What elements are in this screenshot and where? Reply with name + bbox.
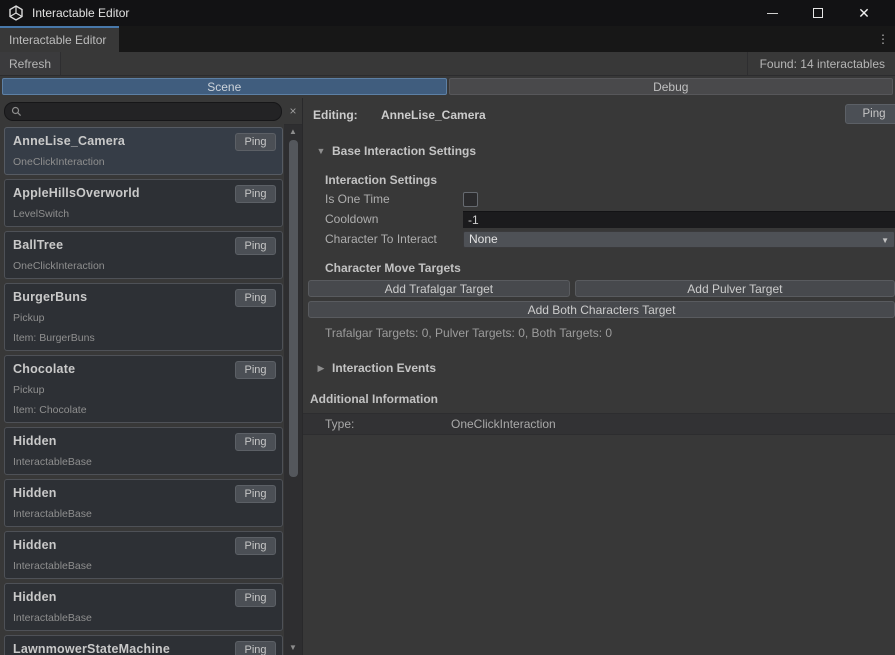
list-item[interactable]: Hidden InteractableBase Ping <box>4 479 283 527</box>
foldout-base-label: Base Interaction Settings <box>332 144 476 158</box>
list-item[interactable]: Hidden InteractableBase Ping <box>4 427 283 475</box>
is-one-time-row: Is One Time <box>325 191 895 207</box>
list-item-ping-button[interactable]: Ping <box>235 589 276 607</box>
cooldown-row: Cooldown -1 <box>325 211 895 227</box>
list-item-type: InteractableBase <box>13 560 274 572</box>
close-button[interactable]: ✕ <box>841 0 887 26</box>
list-item-type: OneClickInteraction <box>13 260 274 272</box>
unity-cube-icon <box>8 5 24 21</box>
add-both-characters-target-button[interactable]: Add Both Characters Target <box>308 301 895 318</box>
foldout-base-interaction-settings[interactable]: ▼ Base Interaction Settings <box>313 144 895 158</box>
character-to-interact-dropdown[interactable]: None ▼ <box>463 231 895 248</box>
list-item[interactable]: AppleHillsOverworld LevelSwitch Ping <box>4 179 283 227</box>
list-item-ping-button[interactable]: Ping <box>235 361 276 379</box>
is-one-time-label: Is One Time <box>325 192 463 206</box>
toolbar: Refresh Found: 14 interactables <box>0 52 895 76</box>
editing-target-name: AnneLise_Camera <box>381 108 486 122</box>
list-item-ping-button[interactable]: Ping <box>235 185 276 203</box>
scene-list-panel: AnneLise_Camera OneClickInteraction Ping… <box>0 98 284 655</box>
kebab-menu-icon[interactable]: ⋮ <box>875 26 891 52</box>
tab-scene[interactable]: Scene <box>2 78 447 95</box>
editor-panel: Editing: AnneLise_Camera Ping ▼ Base Int… <box>303 98 895 655</box>
character-to-interact-label: Character To Interact <box>325 232 463 246</box>
list-item-ping-button[interactable]: Ping <box>235 537 276 555</box>
scroll-column: × ▲ ▼ <box>284 98 303 655</box>
maximize-icon <box>813 8 823 18</box>
type-label: Type: <box>325 417 451 431</box>
scroll-up-icon[interactable]: ▲ <box>289 128 297 136</box>
move-targets-header: Character Move Targets <box>325 261 895 275</box>
editing-row: Editing: AnneLise_Camera Ping <box>313 98 895 132</box>
interactable-list: AnneLise_Camera OneClickInteraction Ping… <box>0 125 284 655</box>
editing-label: Editing: <box>313 108 358 122</box>
refresh-button[interactable]: Refresh <box>0 52 61 75</box>
list-item-detail: Item: BurgerBuns <box>13 332 274 344</box>
add-pulver-target-button[interactable]: Add Pulver Target <box>575 280 895 297</box>
cooldown-label: Cooldown <box>325 212 463 226</box>
tab-debug[interactable]: Debug <box>449 78 894 95</box>
dropdown-selected-value: None <box>469 232 498 246</box>
scroll-down-icon[interactable]: ▼ <box>289 644 297 652</box>
list-item-ping-button[interactable]: Ping <box>235 641 276 655</box>
list-item-ping-button[interactable]: Ping <box>235 237 276 255</box>
foldout-interaction-events[interactable]: ▶ Interaction Events <box>313 361 895 375</box>
minimize-icon <box>767 13 778 14</box>
search-icon <box>11 106 22 117</box>
tab-interactable-editor[interactable]: Interactable Editor <box>0 26 119 52</box>
additional-information-header: Additional Information <box>310 392 895 406</box>
list-item[interactable]: Hidden InteractableBase Ping <box>4 583 283 631</box>
list-item[interactable]: LawnmowerStateMachine OneClickInteractio… <box>4 635 283 655</box>
editing-ping-button[interactable]: Ping <box>845 104 895 124</box>
foldout-closed-icon: ▶ <box>316 363 326 374</box>
found-count-label: Found: 14 interactables <box>747 52 895 75</box>
window-title: Interactable Editor <box>32 6 129 20</box>
list-item-type: Pickup <box>13 312 274 324</box>
type-row: Type: OneClickInteraction <box>303 413 895 435</box>
list-item-type: InteractableBase <box>13 508 274 520</box>
type-value: OneClickInteraction <box>451 417 556 431</box>
list-item-ping-button[interactable]: Ping <box>235 289 276 307</box>
search-field[interactable] <box>4 102 282 121</box>
list-item[interactable]: AnneLise_Camera OneClickInteraction Ping <box>4 127 283 175</box>
targets-summary: Trafalgar Targets: 0, Pulver Targets: 0,… <box>325 326 895 340</box>
close-icon: ✕ <box>858 6 870 20</box>
list-item-type: InteractableBase <box>13 456 274 468</box>
list-item-type: Pickup <box>13 384 274 396</box>
search-input[interactable] <box>26 106 275 118</box>
list-item[interactable]: BallTree OneClickInteraction Ping <box>4 231 283 279</box>
list-item-detail: Item: Chocolate <box>13 404 274 416</box>
foldout-events-label: Interaction Events <box>332 361 436 375</box>
interactable-editor-window: Interactable Editor ✕ Interactable Edito… <box>0 0 895 655</box>
scrollbar-thumb[interactable] <box>289 140 298 477</box>
list-item[interactable]: Chocolate Pickup Item: Chocolate Ping <box>4 355 283 423</box>
list-item[interactable]: Hidden InteractableBase Ping <box>4 531 283 579</box>
add-target-buttons-row: Add Trafalgar Target Add Pulver Target <box>308 280 895 297</box>
search-clear-button[interactable]: × <box>284 98 302 125</box>
doc-tab-label: Interactable Editor <box>9 33 106 47</box>
cooldown-input[interactable]: -1 <box>463 211 895 228</box>
character-to-interact-row: Character To Interact None ▼ <box>325 231 895 247</box>
list-item-type: LevelSwitch <box>13 208 274 220</box>
foldout-open-icon: ▼ <box>316 146 326 156</box>
chevron-down-icon: ▼ <box>881 236 889 245</box>
minimize-button[interactable] <box>749 0 795 26</box>
doc-tabbar: Interactable Editor ⋮ <box>0 26 895 52</box>
titlebar: Interactable Editor ✕ <box>0 0 895 26</box>
list-item-ping-button[interactable]: Ping <box>235 433 276 451</box>
list-item-type: OneClickInteraction <box>13 156 274 168</box>
list-item-ping-button[interactable]: Ping <box>235 485 276 503</box>
refresh-label: Refresh <box>9 57 51 71</box>
is-one-time-checkbox[interactable] <box>463 192 478 207</box>
view-tabs: Scene Debug <box>0 76 895 98</box>
list-item-ping-button[interactable]: Ping <box>235 133 276 151</box>
list-item-type: InteractableBase <box>13 612 274 624</box>
interaction-settings-header: Interaction Settings <box>325 173 895 187</box>
window-controls: ✕ <box>749 0 887 26</box>
search-row <box>0 98 284 125</box>
list-scrollbar[interactable]: ▲ ▼ <box>284 125 302 655</box>
list-item[interactable]: BurgerBuns Pickup Item: BurgerBuns Ping <box>4 283 283 351</box>
main-content: AnneLise_Camera OneClickInteraction Ping… <box>0 98 895 655</box>
add-trafalgar-target-button[interactable]: Add Trafalgar Target <box>308 280 570 297</box>
maximize-button[interactable] <box>795 0 841 26</box>
